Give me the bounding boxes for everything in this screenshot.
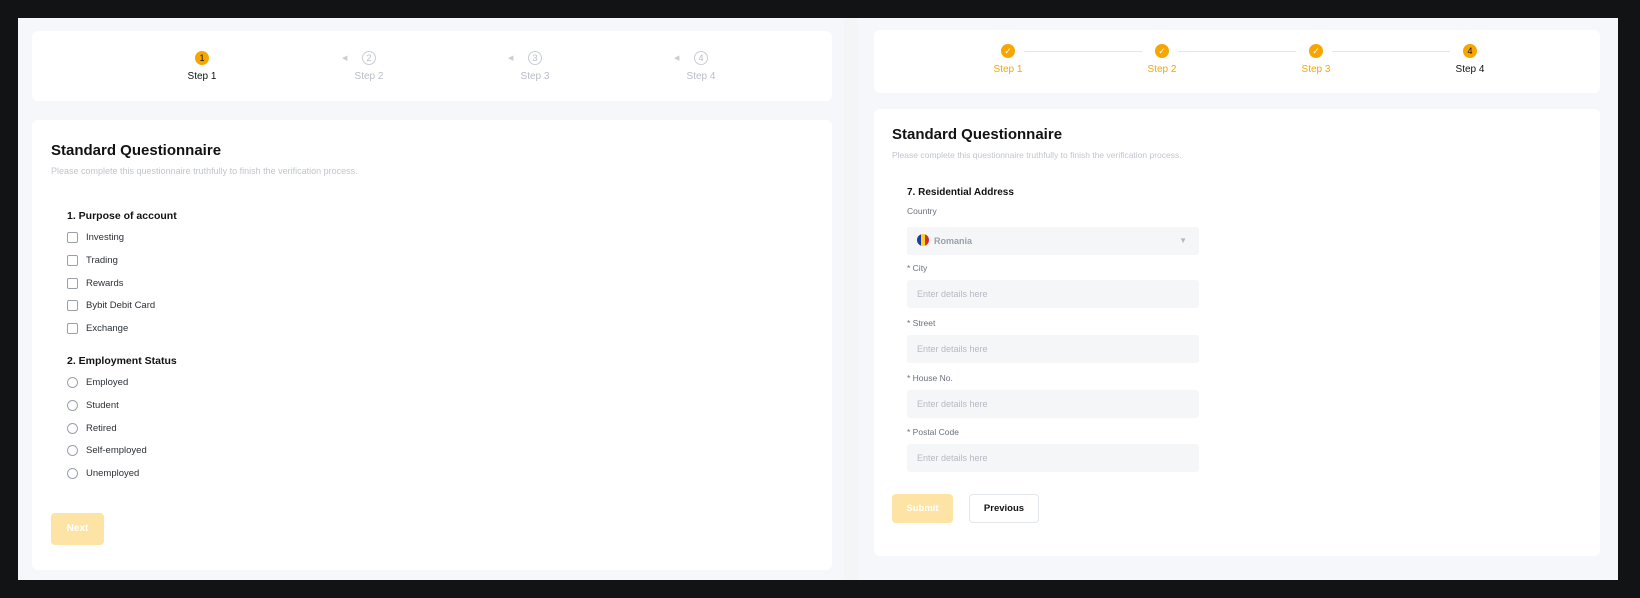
page-subtitle: Please complete this questionnaire truth… bbox=[51, 166, 358, 176]
radio-option[interactable]: Unemployed bbox=[67, 468, 139, 479]
step-number-icon: 3 bbox=[528, 51, 542, 65]
step-number-icon: 1 bbox=[195, 51, 209, 65]
checkbox-option[interactable]: Trading bbox=[67, 255, 118, 266]
step-3[interactable]: ✓ Step 3 bbox=[1276, 44, 1356, 75]
radio-option[interactable]: Retired bbox=[67, 423, 117, 434]
step-4[interactable]: 4 Step 4 bbox=[1430, 44, 1510, 75]
street-label: * Street bbox=[907, 318, 936, 328]
romania-flag-icon bbox=[917, 234, 929, 246]
option-label: Unemployed bbox=[86, 468, 140, 479]
option-label: Trading bbox=[86, 255, 118, 266]
step-2[interactable]: ✓ Step 2 bbox=[1122, 44, 1202, 75]
step-1[interactable]: ✓ Step 1 bbox=[968, 44, 1048, 75]
step-number-icon: 2 bbox=[362, 51, 376, 65]
check-icon: ✓ bbox=[1309, 44, 1323, 58]
questionnaire-card: Standard Questionnaire Please complete t… bbox=[32, 120, 832, 570]
checkbox-icon[interactable] bbox=[67, 232, 78, 243]
street-input[interactable]: Enter details here bbox=[907, 335, 1199, 363]
page-title: Standard Questionnaire bbox=[51, 142, 222, 159]
step-label: Step 3 bbox=[520, 71, 550, 82]
next-button[interactable]: Next bbox=[51, 513, 104, 545]
radio-icon[interactable] bbox=[67, 445, 78, 456]
page-subtitle: Please complete this questionnaire truth… bbox=[892, 150, 1182, 160]
radio-option[interactable]: Self-employed bbox=[67, 445, 147, 456]
option-label: Student bbox=[86, 400, 119, 411]
question-title: 1. Purpose of account bbox=[67, 210, 177, 222]
step-label: Step 1 bbox=[993, 64, 1023, 75]
step-number-icon: 4 bbox=[1463, 44, 1477, 58]
checkbox-icon[interactable] bbox=[67, 255, 78, 266]
option-label: Investing bbox=[86, 232, 125, 243]
checkbox-icon[interactable] bbox=[67, 323, 78, 334]
option-label: Employed bbox=[86, 377, 129, 388]
radio-option[interactable]: Student bbox=[67, 400, 119, 411]
step-number-icon: 4 bbox=[694, 51, 708, 65]
step-label: Step 4 bbox=[1455, 64, 1485, 75]
chevron-down-icon: ▼ bbox=[1179, 236, 1187, 245]
radio-icon[interactable] bbox=[67, 468, 78, 479]
screenshot-frame: 1 Step 1 ◀ 2 Step 2 ◀ 3 Step 3 ◀ 4 Step … bbox=[18, 18, 1618, 580]
house-no-input[interactable]: Enter details here bbox=[907, 390, 1199, 418]
postal-code-input[interactable]: Enter details here bbox=[907, 444, 1199, 472]
previous-button[interactable]: Previous bbox=[969, 494, 1039, 523]
step-4[interactable]: 4 Step 4 bbox=[661, 51, 741, 82]
house-no-label: * House No. bbox=[907, 373, 953, 383]
check-icon: ✓ bbox=[1001, 44, 1015, 58]
page-title: Standard Questionnaire bbox=[892, 126, 1063, 143]
option-label: Self-employed bbox=[86, 445, 147, 456]
question-title: 2. Employment Status bbox=[67, 355, 177, 367]
option-label: Rewards bbox=[86, 278, 124, 289]
city-input[interactable]: Enter details here bbox=[907, 280, 1199, 308]
city-label: * City bbox=[907, 263, 928, 273]
checkbox-option[interactable]: Investing bbox=[67, 232, 124, 243]
option-label: Exchange bbox=[86, 323, 129, 334]
checkbox-icon[interactable] bbox=[67, 278, 78, 289]
step-label: Step 2 bbox=[1147, 64, 1177, 75]
country-select[interactable]: Romania ▼ bbox=[907, 227, 1199, 255]
step-label: Step 4 bbox=[686, 71, 716, 82]
checkbox-icon[interactable] bbox=[67, 300, 78, 311]
step-label: Step 1 bbox=[187, 71, 217, 82]
checkbox-option[interactable]: Exchange bbox=[67, 323, 128, 334]
submit-button[interactable]: Submit bbox=[892, 494, 953, 523]
section-title: 7. Residential Address bbox=[907, 187, 1014, 198]
country-value: Romania bbox=[934, 236, 973, 246]
stepper-card: ✓ Step 1 ✓ Step 2 ✓ Step 3 4 Step 4 bbox=[874, 30, 1600, 93]
step-3[interactable]: 3 Step 3 bbox=[495, 51, 575, 82]
radio-icon[interactable] bbox=[67, 377, 78, 388]
option-label: Retired bbox=[86, 423, 117, 434]
radio-icon[interactable] bbox=[67, 423, 78, 434]
step-2[interactable]: 2 Step 2 bbox=[329, 51, 409, 82]
left-panel: 1 Step 1 ◀ 2 Step 2 ◀ 3 Step 3 ◀ 4 Step … bbox=[18, 18, 844, 580]
option-label: Bybit Debit Card bbox=[86, 300, 156, 311]
postal-code-label: * Postal Code bbox=[907, 427, 959, 437]
checkbox-option[interactable]: Bybit Debit Card bbox=[67, 300, 155, 311]
right-panel: ✓ Step 1 ✓ Step 2 ✓ Step 3 4 Step 4 Stan… bbox=[858, 18, 1618, 580]
stepper-card: 1 Step 1 ◀ 2 Step 2 ◀ 3 Step 3 ◀ 4 Step … bbox=[32, 31, 832, 101]
step-label: Step 3 bbox=[1301, 64, 1331, 75]
radio-icon[interactable] bbox=[67, 400, 78, 411]
radio-option[interactable]: Employed bbox=[67, 377, 128, 388]
check-icon: ✓ bbox=[1155, 44, 1169, 58]
step-label: Step 2 bbox=[354, 71, 384, 82]
address-card: Standard Questionnaire Please complete t… bbox=[874, 109, 1600, 556]
checkbox-option[interactable]: Rewards bbox=[67, 278, 124, 289]
step-1[interactable]: 1 Step 1 bbox=[162, 51, 242, 82]
country-label: Country bbox=[907, 206, 937, 216]
